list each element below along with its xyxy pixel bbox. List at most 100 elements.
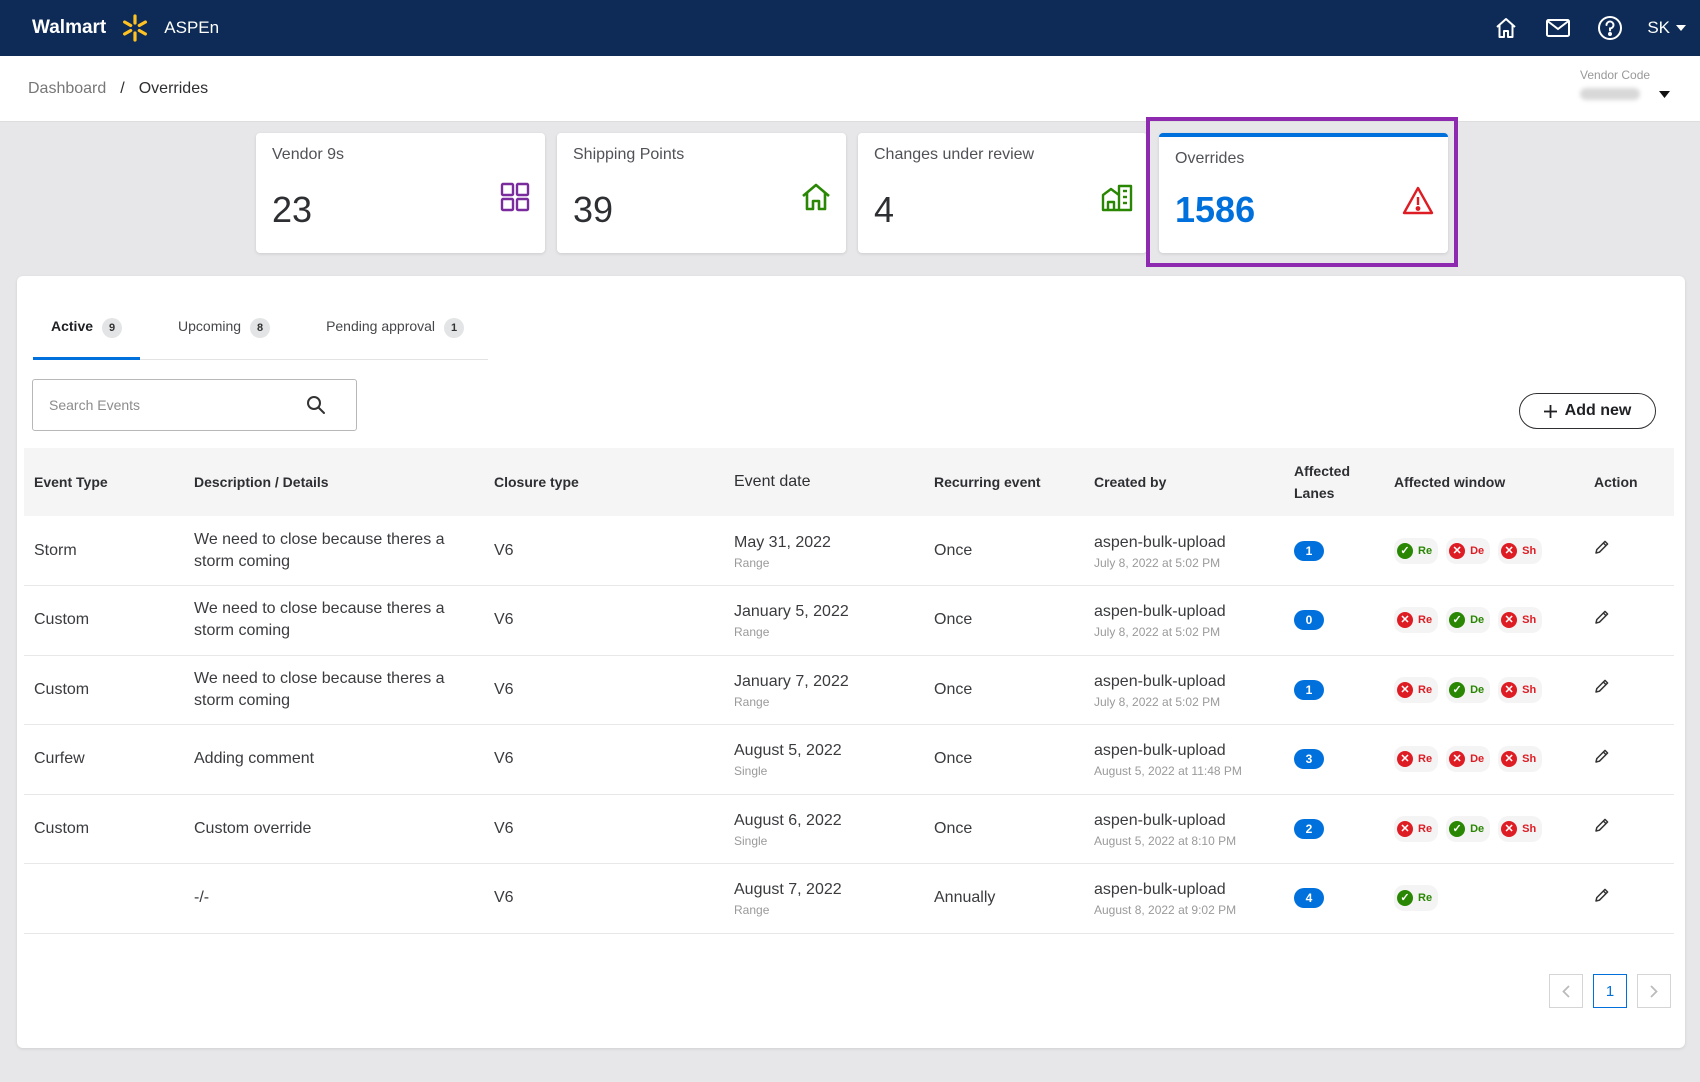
cell-recurring: Once [934, 611, 973, 629]
window-chip-label: De [1470, 544, 1485, 557]
cell-closure-type: V6 [494, 611, 514, 629]
col-header-lanes-line2: Lanes [1294, 485, 1335, 501]
cell-recurring: Once [934, 750, 973, 768]
edit-pencil-icon[interactable] [1594, 748, 1610, 764]
vendor-code-select[interactable]: Vendor Code [1580, 68, 1670, 100]
home-nav-icon[interactable] [1491, 13, 1521, 43]
prev-page-button[interactable] [1549, 974, 1583, 1008]
creator: aspen-bulk-upload [1094, 742, 1226, 760]
window-chip: ✓ De [1446, 815, 1491, 842]
stat-title: Shipping Points [573, 146, 685, 163]
edit-pencil-icon[interactable] [1594, 817, 1610, 833]
tab-pending-approval[interactable]: Pending approval 1 [308, 306, 482, 360]
cell-description: We need to close because theres a storm … [194, 669, 445, 709]
cell-event-date: August 7, 2022 Range [724, 864, 924, 934]
dropdown-caret-icon [1659, 90, 1670, 98]
created-at: July 8, 2022 at 5:02 PM [1094, 555, 1221, 570]
table-body: Storm We need to close because theres a s… [24, 516, 1674, 933]
window-chip: ✓ De [1446, 607, 1491, 634]
event-date-kind: Range [734, 555, 770, 570]
overrides-highlight-frame [1146, 117, 1458, 267]
window-chip-label: Re [1418, 614, 1433, 627]
cell-affected-lanes: 4 [1284, 864, 1384, 934]
vendor-code-label: Vendor Code [1580, 68, 1651, 82]
edit-pencil-icon[interactable] [1594, 887, 1610, 903]
search-icon[interactable] [306, 395, 326, 415]
check-circle-icon: ✓ [1397, 890, 1413, 907]
add-new-button[interactable]: Add new [1519, 393, 1656, 429]
x-circle-icon: ✕ [1501, 681, 1518, 698]
event-tabs: Active 9 Upcoming 8 Pending approval 1 [33, 306, 488, 360]
stat-title: Vendor 9s [272, 146, 345, 163]
lanes-badge: 4 [1294, 888, 1324, 909]
tab-active[interactable]: Active 9 [33, 306, 141, 360]
tab-label: Active [51, 318, 94, 334]
mail-icon[interactable] [1543, 13, 1573, 43]
edit-pencil-icon[interactable] [1594, 539, 1610, 555]
creator: aspen-bulk-upload [1094, 603, 1226, 621]
cell-description: -/- [194, 889, 210, 907]
tab-upcoming[interactable]: Upcoming 8 [160, 306, 288, 360]
window-chip: ✕ Re [1394, 815, 1439, 842]
help-icon[interactable] [1595, 13, 1625, 43]
tab-label: Upcoming [178, 318, 242, 334]
breadcrumb-dashboard-link[interactable]: Dashboard [28, 80, 106, 98]
page-number-button[interactable]: 1 [1593, 974, 1627, 1008]
cell-created-by: aspen-bulk-upload August 8, 2022 at 9:02 … [1084, 864, 1284, 934]
walmart-spark-icon [123, 14, 148, 42]
stat-card-shipping-points[interactable]: Shipping Points 39 [557, 133, 846, 253]
cell-recurring: Once [934, 819, 973, 837]
window-chip: ✓ Re [1394, 537, 1439, 564]
stat-card-changes-under-review[interactable]: Changes under review 4 [858, 133, 1147, 253]
edit-pencil-icon[interactable] [1594, 678, 1610, 694]
col-header-description: Description / Details [194, 474, 329, 490]
chevron-down-icon [1676, 25, 1686, 31]
creator: aspen-bulk-upload [1094, 672, 1226, 690]
window-chip-label: Sh [1522, 544, 1537, 557]
pagination: 1 [1549, 974, 1671, 1008]
breadcrumb: Dashboard / Overrides [28, 80, 208, 98]
lanes-badge: 2 [1294, 818, 1324, 839]
overrides-table: Event Type Description / Details Closure… [24, 448, 1674, 934]
creator: aspen-bulk-upload [1094, 533, 1226, 551]
created-at: August 8, 2022 at 9:02 PM [1094, 903, 1237, 918]
cell-action [1584, 655, 1674, 725]
top-nav-bar: Walmart ASPEn SK [0, 0, 1700, 56]
edit-pencil-icon[interactable] [1594, 609, 1610, 625]
chevron-left-icon [1562, 984, 1570, 998]
cell-event-type: Storm [34, 541, 77, 559]
created-at: July 8, 2022 at 5:02 PM [1094, 694, 1221, 709]
vendor-code-value-redacted [1580, 88, 1640, 100]
top-nav-actions: SK [1491, 0, 1686, 56]
user-menu[interactable]: SK [1647, 18, 1686, 38]
cell-event-date: January 5, 2022 Range [724, 586, 924, 656]
cell-affected-window: ✕ Re ✓ De ✕ Sh [1384, 586, 1584, 656]
cell-description: Custom override [194, 819, 312, 837]
col-header-recurring: Recurring event [934, 474, 1041, 490]
tab-count-badge: 8 [250, 318, 271, 338]
cell-event-type: Curfew [34, 750, 85, 768]
cell-affected-window: ✓ Re ✕ De ✕ Sh [1384, 516, 1584, 586]
search-input[interactable] [49, 397, 299, 413]
cell-affected-window: ✕ Re ✓ De ✕ Sh [1384, 794, 1584, 864]
cell-created-by: aspen-bulk-upload July 8, 2022 at 5:02 PM [1084, 655, 1284, 725]
cell-closure-type: V6 [494, 819, 514, 837]
stat-value: 39 [573, 189, 614, 230]
cell-description: Adding comment [194, 750, 315, 768]
event-date-kind: Range [734, 903, 770, 918]
next-page-button[interactable] [1637, 974, 1671, 1008]
stat-card-vendor9s[interactable]: Vendor 9s 23 [256, 133, 545, 253]
x-circle-icon: ✕ [1501, 820, 1518, 837]
cell-event-date: May 31, 2022 Range [724, 516, 924, 586]
x-circle-icon: ✕ [1449, 751, 1466, 768]
check-circle-icon: ✓ [1449, 681, 1466, 698]
table-row: Custom We need to close because theres a … [24, 655, 1674, 725]
event-date-kind: Range [734, 625, 770, 640]
event-date: August 7, 2022 [734, 881, 842, 899]
cell-created-by: aspen-bulk-upload August 5, 2022 at 8:10 … [1084, 794, 1284, 864]
window-chip: ✕ Sh [1498, 607, 1543, 634]
event-date-kind: Single [734, 833, 768, 848]
x-circle-icon: ✕ [1397, 751, 1413, 768]
window-chip-label: Re [1418, 544, 1433, 557]
cell-closure-type: V6 [494, 541, 514, 559]
